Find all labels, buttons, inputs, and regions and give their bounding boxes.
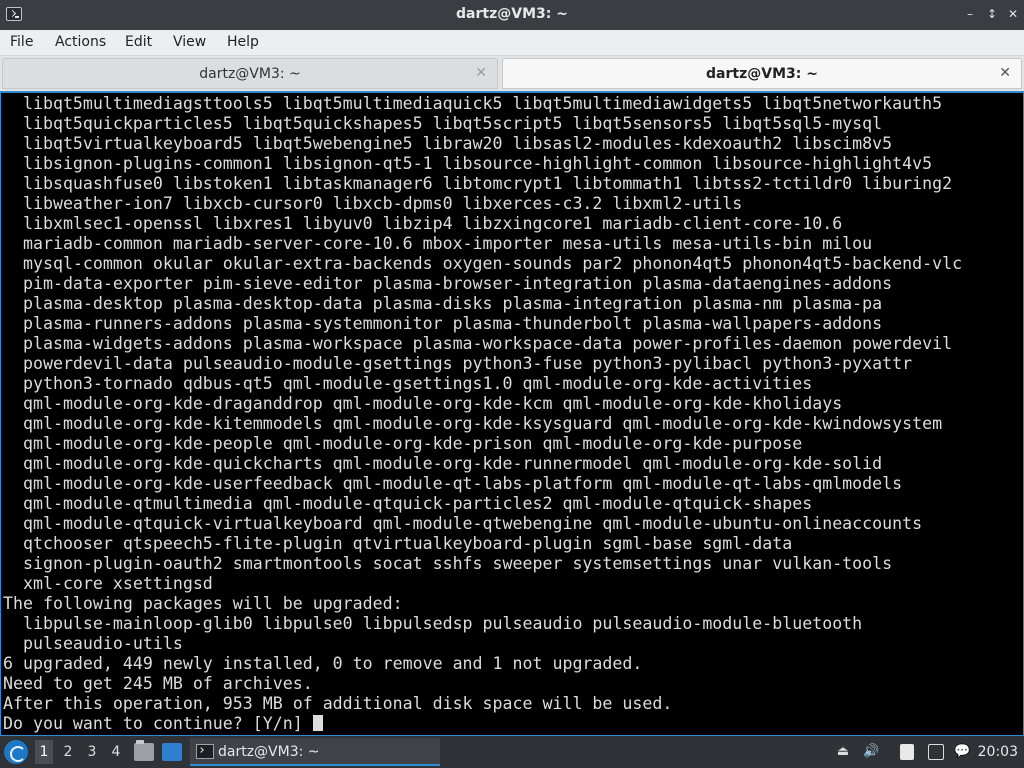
terminal-icon (196, 744, 214, 759)
terminal-line: Need to get 245 MB of archives. (3, 674, 313, 693)
terminal-line: libpulse-mainloop-glib0 libpulse0 libpul… (22, 614, 863, 633)
window-title: dartz@VM3: ~ (456, 6, 568, 22)
menu-edit[interactable]: Edit (125, 34, 152, 50)
terminal-view[interactable]: libqt5multimediagsttools5 libqt5multimed… (0, 91, 1024, 736)
show-desktop-icon[interactable] (162, 743, 182, 761)
tab-bar: dartz@VM3: ~ ✕ dartz@VM3: ~ ✕ (0, 56, 1024, 91)
terminal-line: powerdevil-data pulseaudio-module-gsetti… (22, 354, 913, 373)
minimize-button[interactable]: – (962, 6, 978, 22)
workspace-4[interactable]: 4 (107, 744, 125, 760)
terminal-line: plasma-runners-addons plasma-systemmonit… (22, 314, 883, 333)
workspace-2[interactable]: 2 (59, 744, 77, 760)
terminal-line: qml-module-org-kde-people qml-module-org… (22, 434, 803, 453)
window-titlebar[interactable]: dartz@VM3: ~ – ↕ ✕ (0, 0, 1024, 30)
terminal-line: libxmlsec1-openssl libxres1 libyuv0 libz… (22, 214, 843, 233)
terminal-line: mariadb-common mariadb-server-core-10.6 … (22, 234, 873, 253)
terminal-prompt: Do you want to continue? [Y/n] (3, 714, 313, 733)
terminal-line: qml-module-org-kde-quickcharts qml-modul… (22, 454, 883, 473)
terminal-line: 6 upgraded, 449 newly installed, 0 to re… (3, 654, 643, 673)
clipboard-icon[interactable] (900, 744, 914, 760)
volume-icon[interactable]: 🔊 (863, 744, 879, 760)
terminal-line: qml-module-org-kde-kitemmodels qml-modul… (22, 414, 943, 433)
taskbar-terminal-button[interactable]: dartz@VM3: ~ (190, 738, 440, 766)
terminal-line: qml-module-qtmultimedia qml-module-qtqui… (22, 494, 813, 513)
terminal-line: libweather-ion7 libxcb-cursor0 libxcb-dp… (22, 194, 743, 213)
workspace-3[interactable]: 3 (83, 744, 101, 760)
network-icon[interactable] (928, 744, 944, 760)
tab-close-icon[interactable]: ✕ (475, 65, 487, 81)
terminal-line: qml-module-org-kde-draganddrop qml-modul… (22, 394, 843, 413)
tab-label: dartz@VM3: ~ (706, 66, 818, 82)
terminal-line: libsignon-plugins-common1 libsignon-qt5-… (22, 154, 933, 173)
terminal-line: qml-module-qtquick-virtualkeyboard qml-m… (22, 514, 923, 533)
clock[interactable]: 20:03 (978, 744, 1018, 760)
menu-view[interactable]: View (173, 34, 206, 50)
terminal-line: The following packages will be upgraded: (3, 594, 403, 613)
terminal-line: libqt5virtualkeyboard5 libqt5webengine5 … (22, 134, 893, 153)
tab-terminal-1[interactable]: dartz@VM3: ~ ✕ (2, 58, 498, 89)
tab-label: dartz@VM3: ~ (199, 66, 301, 82)
close-window-button[interactable]: ✕ (1005, 6, 1021, 22)
terminal-line: pim-data-exporter pim-sieve-editor plasm… (22, 274, 893, 293)
task-label: dartz@VM3: ~ (218, 744, 320, 760)
taskbar: 1 2 3 4 dartz@VM3: ~ ⏏ 🔊 💬 20:03 (0, 736, 1024, 768)
terminal-line: signon-plugin-oauth2 smartmontools socat… (22, 554, 893, 573)
menu-bar: File Actions Edit View Help (0, 30, 1024, 56)
menu-help[interactable]: Help (227, 34, 259, 50)
eject-icon[interactable]: ⏏ (835, 744, 851, 760)
notification-icon[interactable]: 💬 (954, 744, 970, 760)
terminal-line: libsquashfuse0 libstoken1 libtaskmanager… (22, 174, 953, 193)
terminal-line: qtchooser qtspeech5-flite-plugin qtvirtu… (22, 534, 793, 553)
terminal-output[interactable]: libqt5multimediagsttools5 libqt5multimed… (3, 94, 962, 734)
terminal-line: plasma-desktop plasma-desktop-data plasm… (22, 294, 883, 313)
start-menu-icon[interactable] (4, 740, 28, 764)
terminal-line: mysql-common okular okular-extra-backend… (22, 254, 963, 273)
workspace-1[interactable]: 1 (35, 740, 53, 764)
file-manager-icon[interactable] (134, 740, 154, 761)
text-cursor (312, 715, 323, 731)
terminal-line: plasma-widgets-addons plasma-workspace p… (22, 334, 953, 353)
terminal-line: libqt5multimediagsttools5 libqt5multimed… (22, 94, 943, 113)
tab-close-icon[interactable]: ✕ (999, 65, 1011, 81)
terminal-line: pulseaudio-utils (22, 634, 183, 653)
terminal-line: xml-core xsettingsd (22, 574, 213, 593)
menu-file[interactable]: File (10, 34, 33, 50)
menu-actions[interactable]: Actions (55, 34, 106, 50)
tab-terminal-2[interactable]: dartz@VM3: ~ ✕ (502, 58, 1022, 89)
terminal-line: After this operation, 953 MB of addition… (3, 694, 673, 713)
maximize-button[interactable]: ↕ (984, 6, 1000, 22)
terminal-output-lines: libqt5multimediagsttools5 libqt5multimed… (3, 94, 962, 713)
terminal-line: qml-module-org-kde-userfeedback qml-modu… (22, 474, 903, 493)
terminal-line: libqt5quickparticles5 libqt5quickshapes5… (22, 114, 883, 133)
terminal-line: python3-tornado qdbus-qt5 qml-module-gse… (22, 374, 813, 393)
